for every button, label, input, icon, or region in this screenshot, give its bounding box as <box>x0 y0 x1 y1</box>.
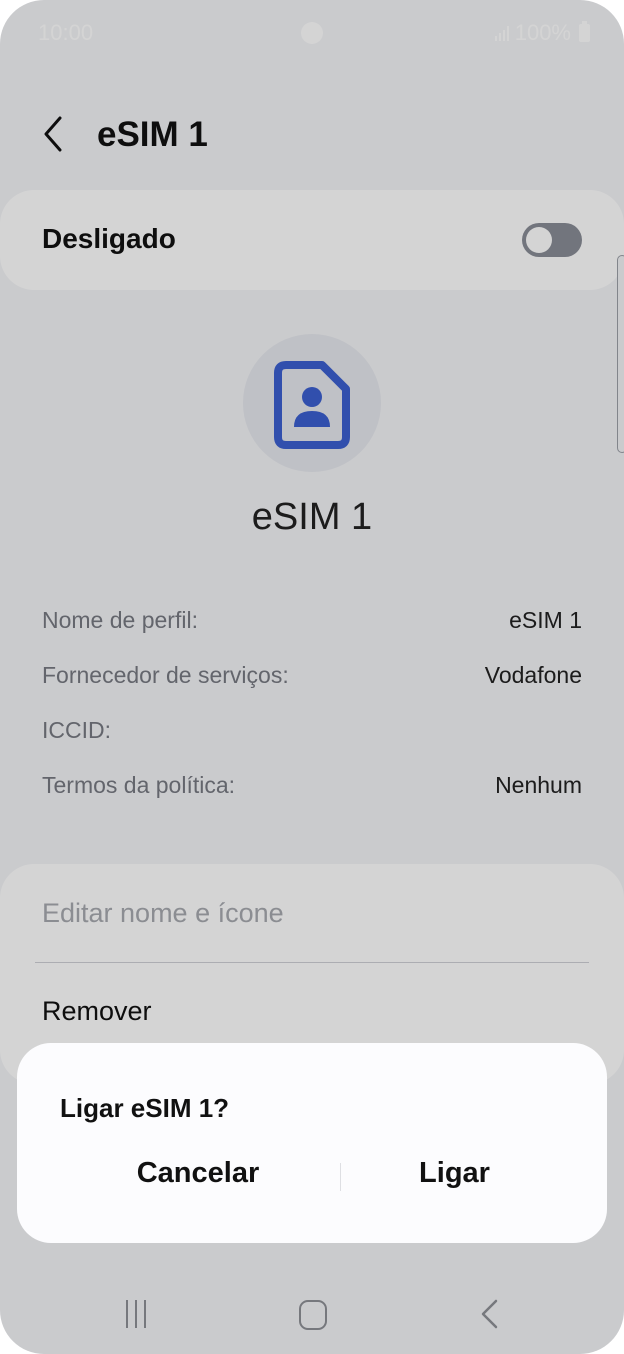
dialog-title: Ligar eSIM 1? <box>60 1093 230 1123</box>
phone-screen: 10:00 100% eSIM 1 Desligado eSIM 1 Nome … <box>0 0 624 1354</box>
turn-on-button[interactable]: Ligar <box>307 1157 602 1201</box>
cancel-button[interactable]: Cancelar <box>52 1157 344 1201</box>
turn-on-esim-dialog: Ligar eSIM 1? Cancelar Ligar <box>17 1043 607 1243</box>
